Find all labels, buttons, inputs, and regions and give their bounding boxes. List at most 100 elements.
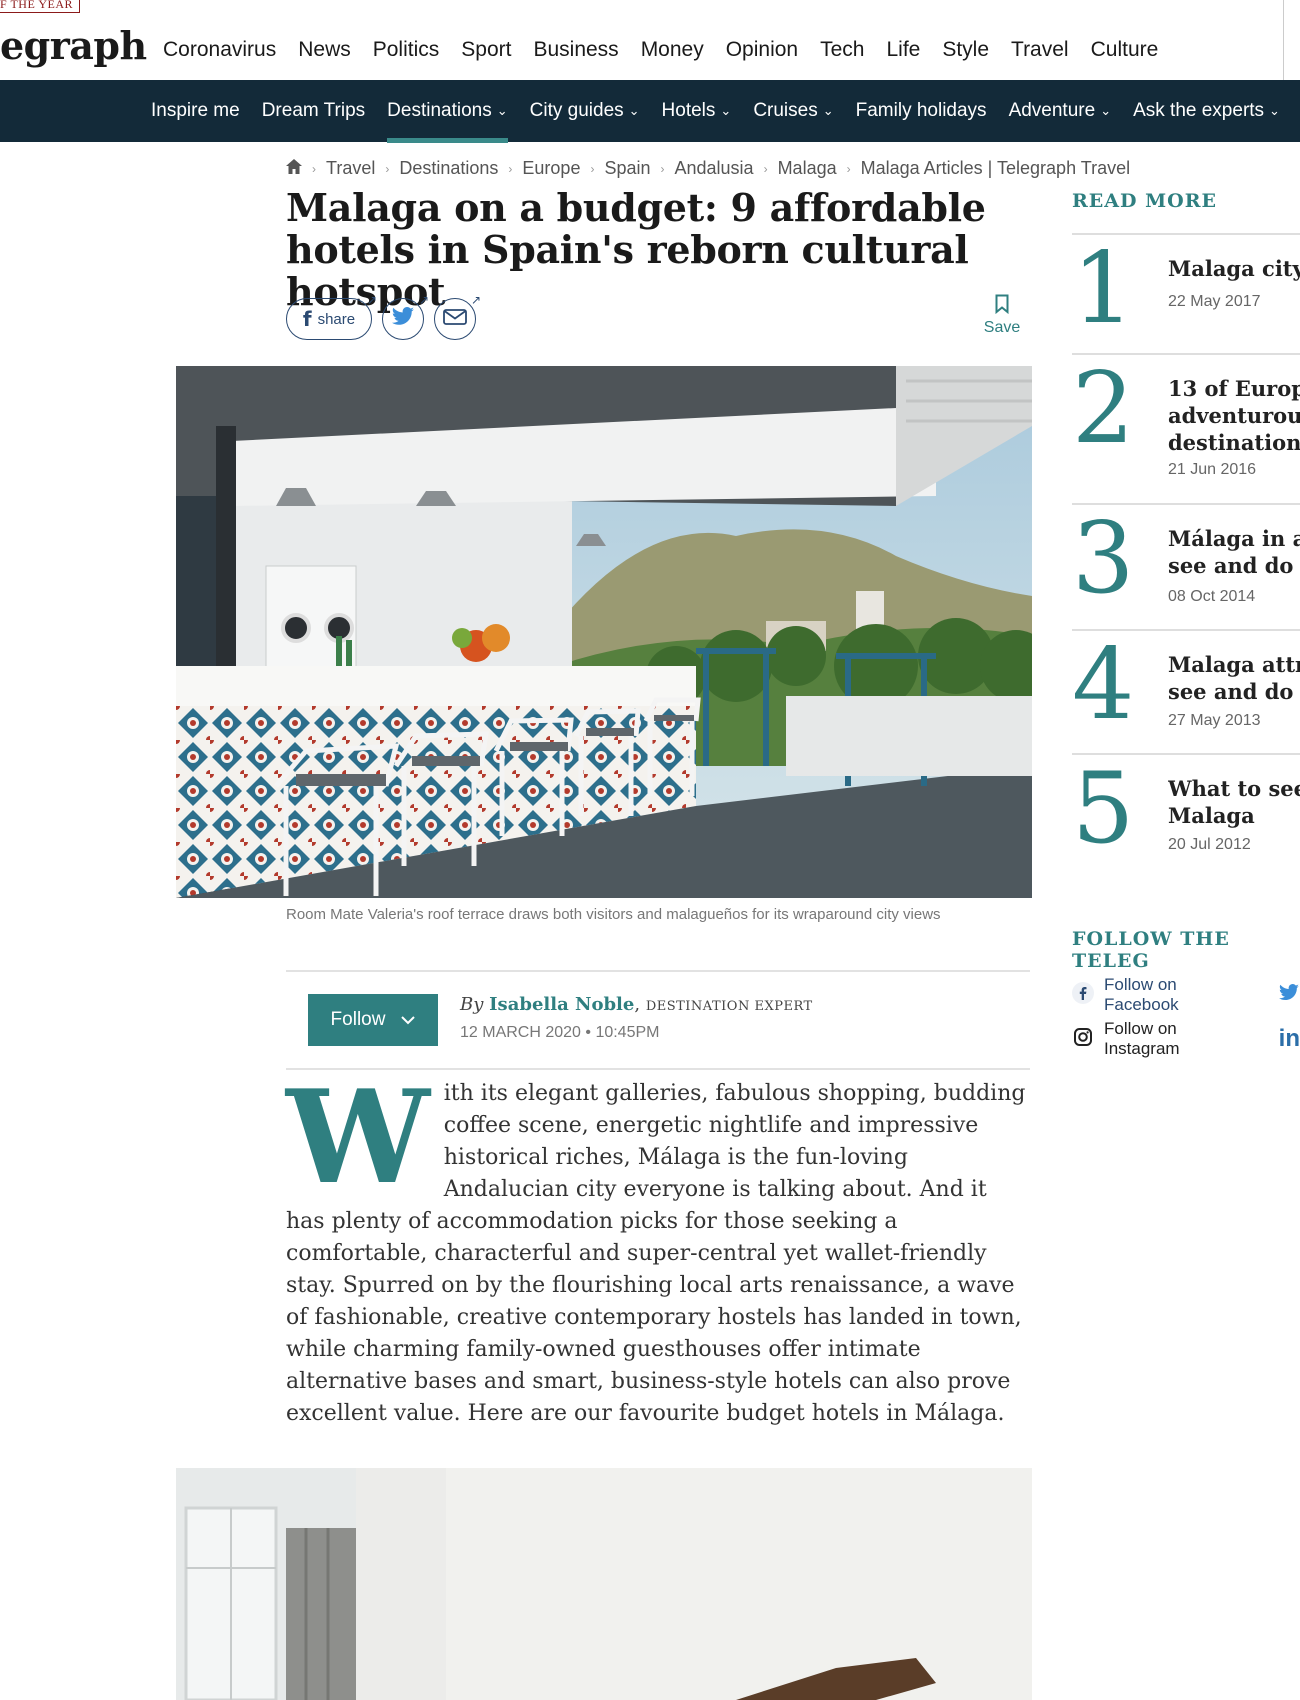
twitter-icon[interactable] <box>1278 983 1300 1007</box>
share-facebook-button[interactable]: f share ↗ <box>286 293 377 340</box>
subnav-destinations[interactable]: Destinations ⌄ <box>376 80 518 143</box>
publish-date: 12 MARCH 2020 • 10:45PM <box>460 1024 660 1041</box>
external-arrow-icon: ↗ <box>470 293 481 307</box>
linkedin-icon[interactable]: in <box>1279 1025 1300 1053</box>
facebook-icon <box>1072 981 1094 1009</box>
nav-style[interactable]: Style <box>931 26 1000 74</box>
read-more-rank: 5 <box>1072 752 1135 866</box>
read-more-title: 13 of Europe adventurous destinations <box>1168 376 1300 455</box>
byline: By Isabella Noble, DESTINATION EXPERT <box>460 994 813 1015</box>
share-label: share <box>317 310 356 328</box>
subnav-cruises[interactable]: Cruises ⌄ <box>742 80 844 143</box>
subnav-dream-trips[interactable]: Dream Trips <box>251 80 376 143</box>
nav-opinion[interactable]: Opinion <box>715 26 809 74</box>
read-more-rank: 2 <box>1072 352 1135 466</box>
breadcrumb-separator: › <box>590 161 595 176</box>
subnav-ask-the-experts[interactable]: Ask the experts ⌄ <box>1122 80 1291 143</box>
read-more-item[interactable]: 4 Malaga attra see and do in 27 May 2013 <box>1072 629 1300 755</box>
breadcrumb-europe[interactable]: Europe <box>522 158 580 179</box>
nav-travel[interactable]: Travel <box>1000 26 1080 88</box>
read-more-date: 21 Jun 2016 <box>1168 461 1257 478</box>
subnav-hotels[interactable]: Hotels ⌄ <box>651 80 743 143</box>
breadcrumb-travel[interactable]: Travel <box>326 158 375 179</box>
article-headline: Malaga on a budget: 9 affordable hotels … <box>286 185 986 314</box>
byline-prefix: By <box>460 994 484 1015</box>
subnav-city-guides[interactable]: City guides ⌄ <box>519 80 651 143</box>
read-more-heading: READ MORE <box>1072 190 1217 212</box>
breadcrumb-malaga[interactable]: Malaga <box>778 158 837 179</box>
nav-tech[interactable]: Tech <box>809 26 875 74</box>
follow-facebook-link[interactable]: Follow on Facebook <box>1072 975 1300 1015</box>
author-name-link[interactable]: Isabella Noble <box>489 994 634 1015</box>
nav-coronavirus[interactable]: Coronavirus <box>152 26 287 74</box>
drop-cap: W <box>286 1063 430 1213</box>
read-more-rank: 4 <box>1072 628 1135 742</box>
follow-instagram-label: Follow on Instagram <box>1104 1019 1180 1058</box>
nav-business[interactable]: Business <box>522 26 629 74</box>
main-nav: Coronavirus News Politics Sport Business… <box>152 26 1170 88</box>
award-badge: F THE YEAR <box>0 0 81 13</box>
travel-section-nav: Inspire me Dream Trips Destinations ⌄ Cit… <box>0 80 1300 143</box>
breadcrumb-spain[interactable]: Spain <box>604 158 650 179</box>
nav-sport[interactable]: Sport <box>450 26 522 74</box>
save-label: Save <box>983 319 1021 336</box>
read-more-date: 20 Jul 2012 <box>1168 836 1251 853</box>
nav-news[interactable]: News <box>287 26 362 74</box>
breadcrumb-separator: › <box>846 161 851 176</box>
breadcrumb: › Travel › Destinations › Europe › Spain… <box>286 158 1130 179</box>
share-twitter-button[interactable]: ↗ <box>382 293 429 340</box>
nav-culture[interactable]: Culture <box>1080 26 1170 74</box>
read-more-title: What to see a Malaga <box>1168 776 1300 828</box>
chevron-down-icon: ⌄ <box>1100 103 1112 118</box>
hotel-room-image <box>176 1468 1032 1700</box>
save-button[interactable]: Save <box>980 294 1024 337</box>
nav-money[interactable]: Money <box>630 26 715 74</box>
subnav-inspire-me[interactable]: Inspire me <box>140 80 251 143</box>
bookmark-icon <box>995 294 1009 318</box>
breadcrumb-destinations[interactable]: Destinations <box>399 158 498 179</box>
follow-facebook-label: Follow on Facebook <box>1104 975 1179 1014</box>
chevron-down-icon: ⌄ <box>496 103 508 118</box>
read-more-item[interactable]: 2 13 of Europe adventurous destinations … <box>1072 353 1300 505</box>
subnav-adventure[interactable]: Adventure ⌄ <box>998 80 1123 143</box>
read-more-date: 27 May 2013 <box>1168 712 1261 729</box>
chevron-down-icon: ⌄ <box>822 103 834 118</box>
chevron-down-icon: ⌄ <box>1269 103 1280 118</box>
masthead-divider <box>1283 0 1284 80</box>
hero-image-roof-terrace <box>176 366 1032 898</box>
masthead: F THE YEAR egraph Coronavirus News Polit… <box>0 0 1300 88</box>
facebook-icon: f <box>302 307 312 331</box>
breadcrumb-separator: › <box>385 161 390 176</box>
nav-politics[interactable]: Politics <box>362 26 451 74</box>
external-arrow-icon: ↗ <box>418 293 429 307</box>
home-icon[interactable] <box>286 158 302 179</box>
breadcrumb-andalusia[interactable]: Andalusia <box>675 158 754 179</box>
follow-telegraph-heading: FOLLOW THE TELEG <box>1072 928 1230 972</box>
instagram-icon <box>1072 1026 1094 1053</box>
author-role: DESTINATION EXPERT <box>645 999 813 1014</box>
hero-caption: Room Mate Valeria's roof terrace draws b… <box>286 906 941 923</box>
nav-life[interactable]: Life <box>875 26 931 74</box>
share-email-button[interactable]: ↗ <box>434 293 481 340</box>
read-more-item[interactable]: 5 What to see a Malaga 20 Jul 2012 <box>1072 753 1300 881</box>
read-more-rank: 1 <box>1072 232 1135 346</box>
follow-instagram-link[interactable]: Follow on Instagram in <box>1072 1019 1300 1059</box>
subnav-family-holidays[interactable]: Family holidays <box>845 80 998 143</box>
external-arrow-icon: ↗ <box>366 293 377 307</box>
read-more-title: Malaga attra see and do in <box>1168 652 1300 704</box>
breadcrumb-malaga-articles[interactable]: Malaga Articles | Telegraph Travel <box>861 158 1130 179</box>
site-logo[interactable]: egraph <box>0 22 147 70</box>
read-more-rank: 3 <box>1072 502 1135 616</box>
article-body: With its elegant galleries, fabulous sho… <box>286 1063 1030 1430</box>
breadcrumb-separator: › <box>763 161 768 176</box>
divider <box>286 970 1030 972</box>
breadcrumb-separator: › <box>312 161 316 176</box>
read-more-item[interactable]: 3 Málaga in au see and do 08 Oct 2014 <box>1072 503 1300 631</box>
twitter-icon <box>391 306 415 332</box>
read-more-title: Málaga in au see and do <box>1168 526 1300 578</box>
read-more-item[interactable]: 1 Malaga city b 22 May 2017 <box>1072 233 1300 355</box>
follow-author-button[interactable]: Follow <box>308 994 438 1046</box>
read-more-title: Malaga city b <box>1168 256 1300 281</box>
mail-icon <box>443 308 467 330</box>
read-more-date: 08 Oct 2014 <box>1168 588 1256 605</box>
